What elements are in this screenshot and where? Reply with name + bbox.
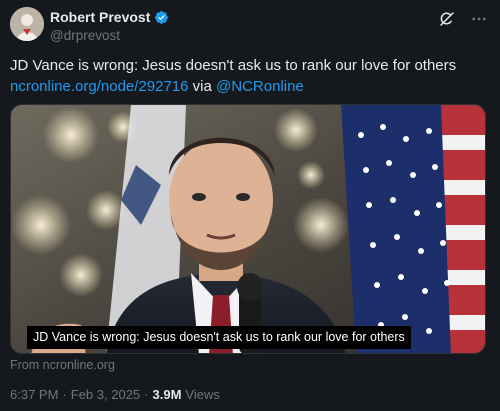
tweet-date[interactable]: Feb 3, 2025	[71, 387, 140, 402]
tweet-text: JD Vance is wrong: Jesus doesn't ask us …	[10, 55, 490, 97]
via-text: via	[192, 78, 212, 95]
tweet-link-line: ncronline.org/node/292716 via @NCRonline	[10, 76, 490, 97]
article-photo	[11, 105, 485, 353]
author-name-row: Robert Prevost	[50, 9, 169, 25]
author-display-name[interactable]: Robert Prevost	[50, 9, 150, 25]
more-icon[interactable]	[470, 10, 488, 28]
meta-separator: ·	[62, 387, 67, 402]
article-link[interactable]: ncronline.org/node/292716	[10, 78, 188, 95]
avatar[interactable]	[10, 7, 44, 41]
views-label: Views	[185, 387, 220, 402]
mention-link[interactable]: @NCRonline	[216, 78, 304, 95]
tweet-card[interactable]: Robert Prevost @drprevost JD Vance is wr…	[0, 0, 500, 411]
author-handle[interactable]: @drprevost	[50, 28, 120, 43]
meta-separator-2: ·	[144, 387, 149, 402]
link-source[interactable]: From ncronline.org	[10, 358, 115, 372]
verified-badge-icon	[154, 10, 169, 25]
media-caption: JD Vance is wrong: Jesus doesn't ask us …	[27, 326, 411, 349]
link-card-image[interactable]: JD Vance is wrong: Jesus doesn't ask us …	[10, 104, 486, 354]
tweet-body-text: JD Vance is wrong: Jesus doesn't ask us …	[10, 57, 457, 74]
grok-icon[interactable]	[438, 10, 456, 28]
tweet-meta: 6:37 PM · Feb 3, 2025 · 3.9M Views	[10, 387, 220, 402]
views-count: 3.9M	[152, 387, 182, 402]
tweet-time[interactable]: 6:37 PM	[10, 387, 58, 402]
tweet-actions-top	[438, 10, 488, 28]
